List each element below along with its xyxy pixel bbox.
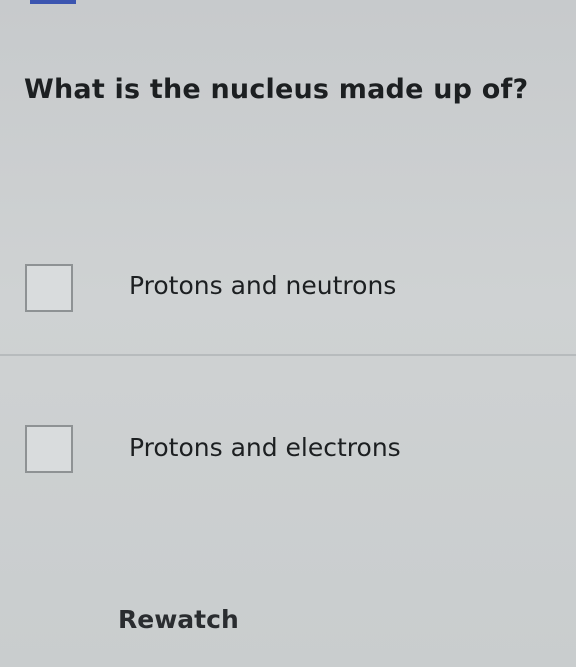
top-accent-bar — [30, 0, 76, 4]
answer-option-protons-neutrons[interactable]: Protons and neutrons — [0, 235, 576, 345]
answer-checkbox[interactable] — [25, 425, 73, 473]
rewatch-button[interactable]: Rewatch — [118, 600, 239, 640]
question-text: What is the nucleus made up of? — [24, 74, 529, 105]
answer-option-protons-electrons[interactable]: Protons and electrons — [0, 395, 576, 505]
option-divider — [0, 354, 576, 356]
answer-label: Protons and electrons — [129, 433, 401, 462]
answer-checkbox[interactable] — [25, 264, 73, 312]
quiz-screen: What is the nucleus made up of? Protons … — [0, 0, 576, 667]
answer-label: Protons and neutrons — [129, 271, 397, 300]
